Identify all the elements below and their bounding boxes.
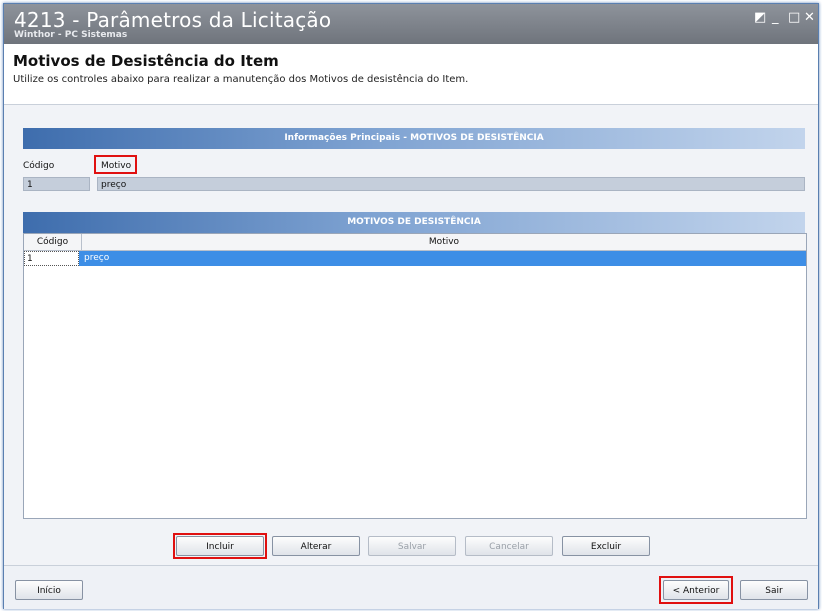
column-header-motivo[interactable]: Motivo [82,234,806,251]
motivo-field[interactable]: preço [97,177,805,191]
motivo-label-highlight [94,155,137,174]
page-description: Utilize os controles abaixo para realiza… [13,74,469,85]
main-content: Informações Principais - MOTIVOS DE DESI… [4,105,818,565]
restore-icon[interactable]: ◩ [754,10,766,25]
page-title: Motivos de Desistência do Item [13,52,279,70]
sair-button[interactable]: Sair [740,580,808,600]
title-bar: 4213 - Parâmetros da Licitação Winthor -… [4,4,818,44]
footer-bar: Início < Anterior Sair [4,565,818,609]
grid-section-banner: MOTIVOS DE DESISTÊNCIA [23,212,805,233]
page-header: Motivos de Desistência do Item Utilize o… [4,44,818,105]
table-row[interactable]: 1 preço [24,251,806,266]
excluir-button[interactable]: Excluir [562,536,650,556]
cancelar-button[interactable]: Cancelar [465,536,553,556]
codigo-field[interactable]: 1 [23,177,90,191]
anterior-button-highlight [659,576,733,604]
alterar-button[interactable]: Alterar [272,536,360,556]
info-section-banner: Informações Principais - MOTIVOS DE DESI… [23,128,805,149]
minimize-icon[interactable]: _ [772,10,779,25]
maximize-icon[interactable]: □ [788,10,800,25]
window-title: 4213 - Parâmetros da Licitação [14,8,332,32]
incluir-button-highlight [173,533,267,559]
table-cell-codigo[interactable]: 1 [24,251,79,266]
close-icon[interactable]: ✕ [804,10,815,25]
table-cell-motivo[interactable]: preço [84,251,109,266]
window-subtitle: Winthor - PC Sistemas [14,30,128,40]
inicio-button[interactable]: Início [15,580,83,600]
column-header-codigo[interactable]: Código [24,234,82,251]
codigo-label: Código [23,161,55,171]
motivos-grid[interactable]: Código Motivo 1 preço [23,233,807,519]
salvar-button[interactable]: Salvar [368,536,456,556]
app-window: 4213 - Parâmetros da Licitação Winthor -… [3,3,819,609]
